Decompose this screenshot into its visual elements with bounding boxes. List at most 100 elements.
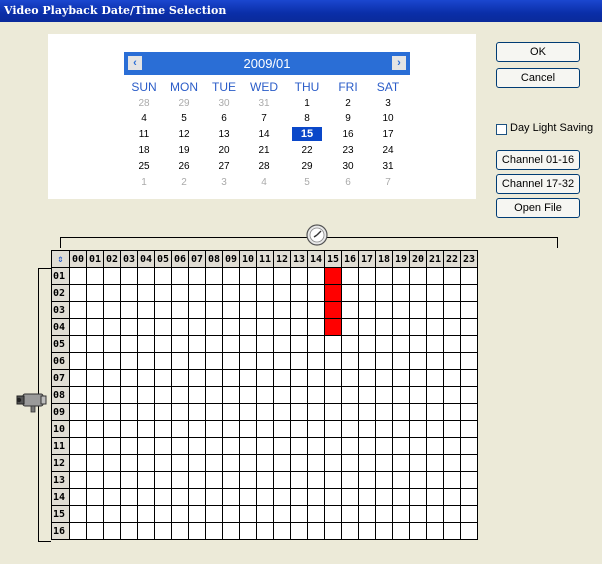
schedule-cell[interactable] <box>341 386 359 404</box>
calendar-day[interactable]: 19 <box>173 144 195 157</box>
schedule-cell[interactable] <box>460 267 478 285</box>
schedule-cell[interactable] <box>137 471 155 489</box>
schedule-cell[interactable] <box>120 471 138 489</box>
schedule-cell[interactable] <box>273 522 291 540</box>
schedule-cell[interactable] <box>86 267 104 285</box>
schedule-cell[interactable] <box>409 352 427 370</box>
schedule-cell[interactable] <box>154 318 172 336</box>
hour-header[interactable]: 12 <box>273 250 291 268</box>
schedule-cell[interactable] <box>460 420 478 438</box>
schedule-cell[interactable] <box>324 335 342 353</box>
schedule-cell[interactable] <box>443 301 461 319</box>
hour-header[interactable]: 08 <box>205 250 223 268</box>
schedule-cell[interactable] <box>409 301 427 319</box>
schedule-cell[interactable] <box>239 335 257 353</box>
schedule-cell[interactable] <box>188 471 206 489</box>
schedule-cell[interactable] <box>154 488 172 506</box>
channel-header[interactable]: 02 <box>51 284 70 302</box>
schedule-cell[interactable] <box>69 369 87 387</box>
schedule-cell[interactable] <box>222 318 240 336</box>
channel-header[interactable]: 16 <box>51 522 70 540</box>
schedule-cell[interactable] <box>290 403 308 421</box>
schedule-cell[interactable] <box>443 505 461 523</box>
schedule-cell[interactable] <box>256 352 274 370</box>
schedule-cell[interactable] <box>205 284 223 302</box>
schedule-cell[interactable] <box>460 471 478 489</box>
channel-header[interactable]: 01 <box>51 267 70 285</box>
schedule-cell[interactable] <box>256 505 274 523</box>
schedule-cell[interactable] <box>307 488 325 506</box>
schedule-cell[interactable] <box>205 301 223 319</box>
schedule-cell[interactable] <box>324 522 342 540</box>
schedule-cell[interactable] <box>324 369 342 387</box>
schedule-cell[interactable] <box>137 335 155 353</box>
channel-header[interactable]: 12 <box>51 454 70 472</box>
schedule-cell[interactable] <box>290 369 308 387</box>
calendar-day[interactable]: 1 <box>296 97 318 110</box>
schedule-cell[interactable] <box>409 505 427 523</box>
calendar-day[interactable]: 14 <box>253 128 275 141</box>
calendar-day[interactable]: 5 <box>296 176 318 189</box>
schedule-cell[interactable] <box>392 522 410 540</box>
schedule-cell[interactable] <box>120 369 138 387</box>
schedule-cell[interactable] <box>222 267 240 285</box>
schedule-cell[interactable] <box>290 471 308 489</box>
schedule-cell[interactable] <box>171 505 189 523</box>
channel-17-32-button[interactable]: Channel 17-32 <box>496 174 580 194</box>
schedule-cell[interactable] <box>120 437 138 455</box>
schedule-cell[interactable] <box>358 284 376 302</box>
schedule-cell[interactable] <box>341 403 359 421</box>
schedule-cell[interactable] <box>120 403 138 421</box>
schedule-cell[interactable] <box>154 284 172 302</box>
schedule-cell[interactable] <box>426 505 444 523</box>
schedule-cell[interactable] <box>69 284 87 302</box>
schedule-cell[interactable] <box>324 488 342 506</box>
schedule-cell[interactable] <box>392 437 410 455</box>
schedule-cell[interactable] <box>103 522 121 540</box>
schedule-cell[interactable] <box>154 301 172 319</box>
schedule-cell[interactable] <box>443 335 461 353</box>
schedule-cell[interactable] <box>358 386 376 404</box>
schedule-cell[interactable] <box>154 437 172 455</box>
schedule-cell[interactable] <box>358 318 376 336</box>
schedule-cell[interactable] <box>239 505 257 523</box>
schedule-cell[interactable] <box>290 437 308 455</box>
schedule-cell[interactable] <box>273 267 291 285</box>
hour-header[interactable]: 16 <box>341 250 359 268</box>
channel-header[interactable]: 03 <box>51 301 70 319</box>
schedule-cell[interactable] <box>426 454 444 472</box>
recording-cell[interactable] <box>324 301 342 319</box>
schedule-cell[interactable] <box>375 454 393 472</box>
open-file-button[interactable]: Open File <box>496 198 580 218</box>
schedule-cell[interactable] <box>290 352 308 370</box>
channel-header[interactable]: 05 <box>51 335 70 353</box>
schedule-cell[interactable] <box>137 284 155 302</box>
schedule-cell[interactable] <box>154 352 172 370</box>
schedule-cell[interactable] <box>137 403 155 421</box>
calendar-day[interactable]: 7 <box>377 176 399 189</box>
schedule-cell[interactable] <box>137 505 155 523</box>
schedule-cell[interactable] <box>154 454 172 472</box>
schedule-cell[interactable] <box>239 488 257 506</box>
calendar-day[interactable]: 31 <box>253 97 275 110</box>
schedule-cell[interactable] <box>375 335 393 353</box>
schedule-cell[interactable] <box>409 335 427 353</box>
hour-header[interactable]: 01 <box>86 250 104 268</box>
schedule-cell[interactable] <box>239 318 257 336</box>
schedule-cell[interactable] <box>69 267 87 285</box>
schedule-cell[interactable] <box>137 437 155 455</box>
calendar-day[interactable]: 11 <box>133 128 155 141</box>
schedule-cell[interactable] <box>120 522 138 540</box>
schedule-cell[interactable] <box>69 352 87 370</box>
schedule-cell[interactable] <box>103 301 121 319</box>
schedule-cell[interactable] <box>392 505 410 523</box>
schedule-cell[interactable] <box>460 386 478 404</box>
calendar-day[interactable]: 27 <box>213 160 235 173</box>
schedule-cell[interactable] <box>188 522 206 540</box>
schedule-cell[interactable] <box>358 522 376 540</box>
schedule-cell[interactable] <box>426 471 444 489</box>
calendar-day[interactable]: 17 <box>377 128 399 141</box>
calendar-day[interactable]: 4 <box>253 176 275 189</box>
schedule-cell[interactable] <box>290 284 308 302</box>
schedule-cell[interactable] <box>205 471 223 489</box>
